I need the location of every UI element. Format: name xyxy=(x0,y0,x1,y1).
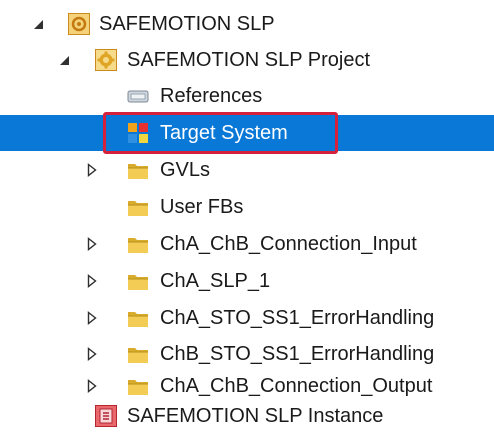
instance-icon xyxy=(95,405,117,427)
safety-project-icon xyxy=(68,13,90,35)
tree-node-target-system[interactable]: Target System xyxy=(0,115,494,151)
gear-project-icon xyxy=(95,49,117,71)
tree-label: SAFEMOTION SLP Instance xyxy=(127,405,384,427)
tree-label: ChA_ChB_Connection_Input xyxy=(160,233,417,255)
collapsed-toggle-icon[interactable] xyxy=(84,336,100,372)
tree-label: Target System xyxy=(160,122,288,144)
folder-icon xyxy=(127,307,149,329)
collapsed-toggle-icon[interactable] xyxy=(84,226,100,262)
target-system-icon xyxy=(127,122,149,144)
collapsed-toggle-icon[interactable] xyxy=(84,263,100,299)
collapsed-toggle-icon[interactable] xyxy=(84,300,100,336)
tree-node-cha-sto[interactable]: ChA_STO_SS1_ErrorHandling xyxy=(0,300,494,336)
tree-label: SAFEMOTION SLP Project xyxy=(127,49,371,71)
expanded-toggle-icon[interactable] xyxy=(30,6,46,42)
tree-label: SAFEMOTION SLP xyxy=(99,13,275,35)
tree-node-chb-sto[interactable]: ChB_STO_SS1_ErrorHandling xyxy=(0,336,494,372)
tree-node-project[interactable]: SAFEMOTION SLP Project xyxy=(0,42,494,78)
tree-node-instance[interactable]: SAFEMOTION SLP Instance xyxy=(0,398,494,434)
tree-label: User FBs xyxy=(160,196,244,218)
folder-icon xyxy=(127,233,149,255)
tree-label: References xyxy=(160,85,263,107)
tree-node-references[interactable]: References xyxy=(0,78,494,114)
folder-icon xyxy=(127,196,149,218)
folder-icon xyxy=(127,375,149,397)
tree-label: ChA_SLP_1 xyxy=(160,270,271,292)
tree-node-cha-slp[interactable]: ChA_SLP_1 xyxy=(0,263,494,299)
tree-node-root[interactable]: SAFEMOTION SLP xyxy=(0,6,494,42)
folder-icon xyxy=(127,159,149,181)
tree-node-user-fbs[interactable]: User FBs xyxy=(0,189,494,225)
tree-label: ChB_STO_SS1_ErrorHandling xyxy=(160,343,435,365)
tree-node-cha-chb-input[interactable]: ChA_ChB_Connection_Input xyxy=(0,226,494,262)
references-icon xyxy=(127,85,149,107)
expanded-toggle-icon[interactable] xyxy=(56,42,72,78)
tree-label: GVLs xyxy=(160,159,211,181)
folder-icon xyxy=(127,270,149,292)
folder-icon xyxy=(127,343,149,365)
collapsed-toggle-icon[interactable] xyxy=(84,152,100,188)
tree-node-gvls[interactable]: GVLs xyxy=(0,152,494,188)
tree-label: ChA_STO_SS1_ErrorHandling xyxy=(160,307,435,329)
project-tree: SAFEMOTION SLP SAFEMOTION SLP Project Re… xyxy=(0,0,494,434)
